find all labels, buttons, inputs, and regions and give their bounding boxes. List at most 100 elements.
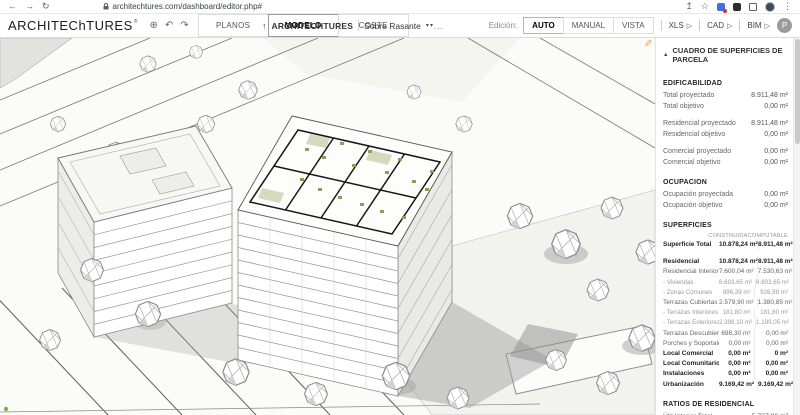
address-bar[interactable]: architechtures.com/dashboard/editor.php# — [103, 2, 262, 11]
table-row: - Zonas Comunes 996,39 m² 926,98 m² — [663, 287, 788, 299]
table-row: Comercial proyectado 0,00 m² — [663, 147, 788, 158]
row-label: Superficie Total — [663, 241, 712, 248]
side-panel-icon[interactable] — [749, 2, 757, 11]
section-title-superficies: SUPERFICIES — [663, 222, 712, 229]
row-value: 0,00 m² — [764, 158, 788, 166]
browser-forward-icon[interactable]: → — [25, 1, 34, 12]
collapse-up-icon: ▲ — [663, 52, 669, 58]
table-row: Residencial proyectado 8.911,48 m² — [663, 119, 788, 130]
level-selector[interactable]: Sobre Rasante — [364, 21, 421, 31]
row-value: 0,00 m² — [764, 148, 788, 155]
browser-menu-icon[interactable]: ⋮ — [783, 1, 792, 12]
section-title-ratios: RATIOS DE RESIDENCIAL — [663, 400, 755, 408]
project-up-icon[interactable]: ↑ — [262, 21, 267, 31]
cad-export-button[interactable]: CAD ▷ — [707, 21, 732, 30]
table-row: Instalaciones 0,00 m² 0,00 m² — [663, 369, 788, 380]
3d-viewport[interactable] — [0, 38, 655, 415]
user-avatar[interactable]: P — [777, 18, 792, 33]
row-label: Ocupación objetivo — [663, 201, 723, 209]
section-title-edificabilidad: EDIFICABILIDAD — [663, 80, 723, 87]
row-value-computable: 0 m² — [774, 350, 788, 358]
url-text: architechtures.com/dashboard/editor.php# — [112, 2, 262, 11]
app-logo[interactable]: ARCHITEChTURES ® — [8, 14, 137, 37]
surfaces-panel-header[interactable]: ▲ CUADRO DE SUPERFICIES DE PARCELA — [663, 46, 788, 64]
row-label: Residencial Interior — [663, 268, 719, 276]
divider — [699, 20, 701, 31]
column-header-construida: CONSTRUIDA — [708, 233, 748, 239]
divider — [660, 20, 662, 31]
extension-icon[interactable] — [717, 2, 727, 13]
table-row: Local Comunitario 0,00 m² 0,00 m² — [663, 359, 788, 370]
row-value-computable: 7.530,63 m² — [757, 268, 793, 276]
row-value-computable: 1.199,05 m² — [756, 319, 790, 327]
row-label: Local Comercial — [663, 350, 714, 358]
superficies-rows: Superficie Total 10.878,24 m² 8.911,48 m² R… — [663, 240, 793, 390]
surfaces-panel: ▲ CUADRO DE SUPERFICIES DE PARCELA EDIFI… — [655, 38, 793, 415]
share-icon[interactable]: ↥ — [685, 1, 693, 12]
row-value-construida: 2.579,90 m² — [719, 298, 758, 309]
export-arrow-icon: ▷ — [686, 22, 693, 30]
table-row: Terrazas Descubiertas698,30 m² 0,00 m² — [663, 328, 788, 339]
ocupacion-rows: Ocupación proyectada 0,00 m² Ocupación obj… — [663, 190, 788, 211]
row-label: Instalaciones — [663, 370, 705, 378]
mode-manual-button[interactable]: MANUAL — [562, 17, 615, 34]
row-value-construida: 6.603,65 m² — [719, 277, 757, 288]
row-label: - Terrazas Exteriores — [663, 319, 719, 327]
chevron-down-icon[interactable]: ▾ — [426, 22, 429, 29]
mode-auto-button[interactable]: AUTO — [523, 17, 564, 34]
row-value-computable: 9.169,42 m² — [758, 380, 793, 388]
row-label: - Viviendas — [663, 278, 694, 286]
export-arrow-icon: ▷ — [726, 22, 733, 30]
table-row: Terrazas Cubiertas 2.579,90 m² 1.380,85 m² — [663, 298, 792, 309]
row-value-computable: 0,00 m² — [765, 360, 788, 368]
mode-vista-button[interactable]: VISTA — [613, 17, 654, 34]
row-value-construida: 181,80 m² — [719, 308, 755, 319]
scrollbar-thumb[interactable] — [795, 39, 800, 144]
row-label: Residencial proyectado — [663, 120, 736, 127]
table-row: Residencial 10.878,24 m² 8.911,48 m² — [663, 257, 793, 268]
row-value-construida: 698,30 m² — [719, 328, 755, 339]
table-row: Residencial objetivo 0,00 m² — [663, 130, 788, 141]
crosshair-tool-icon[interactable]: ⊕ — [149, 20, 157, 31]
bim-export-button[interactable]: BIM ▷ — [747, 21, 770, 30]
row-value-construida: 0,00 m² — [719, 338, 755, 350]
row-value-construida: 10.878,24 m² — [719, 257, 758, 268]
app-header: ARCHITEChTURES ® ⊕ ↶ ↷ PLANOS MODELO COS… — [0, 14, 800, 38]
table-row: Superficie Total 10.878,24 m² 8.911,48 m² — [663, 240, 793, 251]
row-value-computable: 1.380,85 m² — [757, 299, 793, 307]
browser-profile-avatar[interactable] — [765, 1, 775, 12]
row-label: - Terrazas Interiores — [663, 309, 718, 317]
extensions-pin-icon[interactable] — [733, 2, 741, 11]
divider — [358, 20, 360, 31]
browser-back-icon[interactable]: ← — [8, 1, 17, 12]
browser-reload-icon[interactable]: ↻ — [42, 1, 50, 12]
row-value: 8.911,48 m² — [751, 92, 788, 99]
row-label: Terrazas Descubiertas — [663, 329, 719, 337]
padlock-icon — [103, 3, 109, 10]
secondary-chevron-down-icon[interactable]: ▾ — [430, 22, 433, 29]
row-value: 0,00 m² — [764, 191, 788, 198]
row-value-construida: 2.398,10 m² — [719, 318, 757, 329]
row-value-computable: 6.603,65 m² — [756, 278, 790, 286]
row-label: Total objetivo — [663, 102, 704, 110]
row-label: Local Comunitario — [663, 360, 719, 368]
row-label: Terrazas Cubiertas — [663, 299, 718, 307]
redo-icon[interactable]: ↷ — [180, 20, 188, 31]
bookmark-star-icon[interactable]: ☆ — [701, 1, 709, 12]
export-arrow-icon: ▷ — [764, 22, 770, 30]
level-more[interactable]: ... — [434, 21, 444, 31]
row-value-computable: 181,80 m² — [760, 309, 788, 317]
edificabilidad-rows: Total proyectado 8.911,48 m² Total objetiv… — [663, 91, 788, 168]
row-value-computable: 8.911,48 m² — [758, 241, 793, 248]
row-value-construida: 0,00 m² — [719, 369, 755, 380]
table-row: - Viviendas 6.603,65 m² 6.603,65 m² — [663, 277, 790, 288]
column-header-computable: COMPUTABLE — [747, 233, 788, 239]
row-value-computable: 0,00 m² — [765, 329, 788, 337]
tab-planos[interactable]: PLANOS — [197, 14, 269, 37]
edit-pencil-icon[interactable]: ✎ — [644, 39, 652, 50]
row-label: Ocupación proyectada — [663, 191, 734, 198]
page-scrollbar[interactable] — [793, 38, 800, 415]
xls-export-button[interactable]: XLS ▷ — [669, 21, 693, 30]
row-value: 0,00 m² — [764, 130, 788, 138]
undo-icon[interactable]: ↶ — [165, 20, 173, 31]
